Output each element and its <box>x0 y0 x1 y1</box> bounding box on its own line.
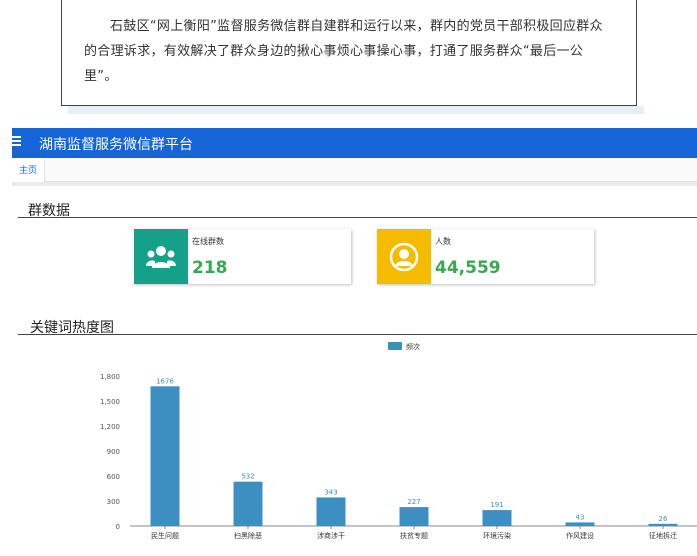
keyword-heat-chart: 频次 0 300 600 900 1,200 1,500 1,800 1676 民生问题 532 扫黑… <box>12 338 697 556</box>
bar <box>316 497 346 526</box>
person-icon <box>377 229 431 284</box>
bar <box>482 510 512 526</box>
x-tick-label: 作风建设 <box>566 531 594 540</box>
legend-swatch <box>388 342 402 350</box>
y-tick-label: 300 <box>107 498 120 506</box>
online-groups-label: 在线群数 <box>192 237 224 246</box>
section-divider <box>18 217 697 218</box>
x-tick-label: 民生问题 <box>151 531 179 540</box>
legend-label: 频次 <box>406 342 420 351</box>
bar-value-label: 227 <box>407 498 420 506</box>
bar <box>565 522 595 526</box>
bar <box>150 386 180 526</box>
y-tick-label: 1,500 <box>100 398 120 406</box>
group-users-icon <box>134 229 188 284</box>
bar-value-label: 1676 <box>156 377 174 385</box>
stat-card-people: 人数 44,559 <box>377 229 594 284</box>
y-tick-label: 1,800 <box>100 373 120 381</box>
app-window: 湖南监督服务微信群平台 主页 群数据 在线群数 218 人数 44,559 关键… <box>12 128 697 556</box>
stat-card-online-groups: 在线群数 218 <box>134 229 351 284</box>
tab-bar: 主页 <box>12 158 697 182</box>
bar <box>233 481 263 526</box>
x-tick-label: 环境污染 <box>483 531 511 540</box>
y-tick-label: 1,200 <box>100 423 120 431</box>
x-tick-label: 征地拆迁 <box>649 531 677 540</box>
people-label: 人数 <box>435 237 451 246</box>
bar-value-label: 26 <box>659 515 668 523</box>
bar <box>648 523 678 526</box>
bar-value-label: 43 <box>576 513 585 521</box>
menu-icon[interactable] <box>12 136 22 148</box>
x-tick-label: 扫黑除恶 <box>234 531 262 540</box>
article-quote-box: 石鼓区“网上衡阳”监督服务微信群自建群和运行以来，群内的党员干部积极回应群众的合… <box>61 0 637 106</box>
app-title: 湖南监督服务微信群平台 <box>39 137 193 153</box>
bar-chart-svg: 频次 0 300 600 900 1,200 1,500 1,800 1676 民生问题 532 扫黑… <box>100 342 697 540</box>
y-tick-label: 900 <box>107 448 120 456</box>
people-value: 44,559 <box>435 258 501 278</box>
top-bar: 湖南监督服务微信群平台 <box>12 128 697 158</box>
x-tick-label: 涉商涉干 <box>317 531 345 540</box>
x-tick-label: 扶贫专题 <box>400 531 428 540</box>
tab-strip <box>12 182 697 186</box>
section-divider <box>18 334 697 335</box>
tab-home[interactable]: 主页 <box>12 158 46 182</box>
article-quote-text: 石鼓区“网上衡阳”监督服务微信群自建群和运行以来，群内的党员干部积极回应群众的合… <box>84 19 603 84</box>
bar <box>399 507 429 526</box>
bar-value-label: 191 <box>490 501 503 509</box>
bar-value-label: 532 <box>241 473 254 481</box>
y-tick-label: 0 <box>116 523 120 531</box>
bar-value-label: 343 <box>324 488 337 496</box>
y-tick-label: 600 <box>107 473 120 481</box>
quote-shadow <box>68 106 644 114</box>
online-groups-value: 218 <box>192 258 228 278</box>
